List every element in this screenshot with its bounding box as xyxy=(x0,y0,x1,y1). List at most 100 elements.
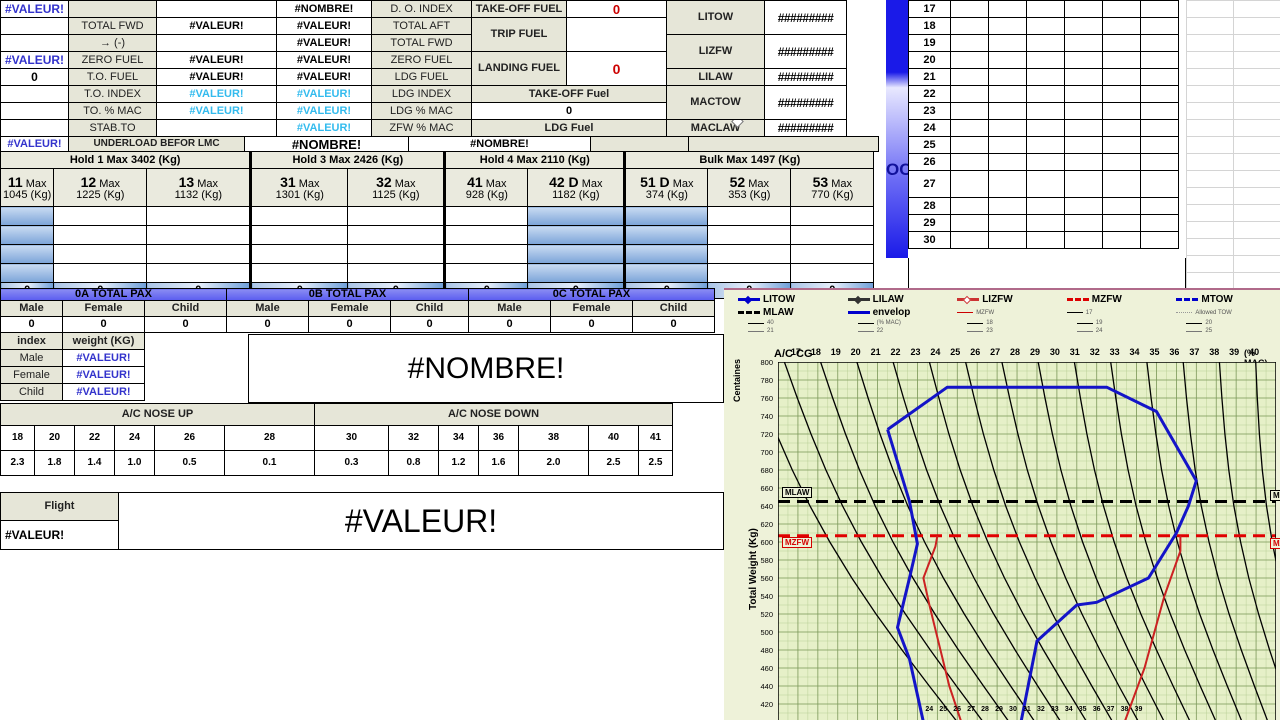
hold-cell-53-2[interactable] xyxy=(790,244,875,264)
hold-cell-32-2[interactable] xyxy=(347,244,446,264)
seat-cell-18-2[interactable] xyxy=(1026,17,1065,35)
seat-cell-18-0[interactable] xyxy=(950,17,989,35)
seat-cell-28-1[interactable] xyxy=(988,197,1027,215)
hold-cell-12-0[interactable] xyxy=(53,206,148,226)
seat-cell-30-3[interactable] xyxy=(1064,231,1103,249)
seat-cell-26-3[interactable] xyxy=(1064,153,1103,171)
seat-cell-28-4[interactable] xyxy=(1102,197,1141,215)
seat-cell-30-4[interactable] xyxy=(1102,231,1141,249)
pax-value-2-0[interactable]: 0 xyxy=(468,316,551,333)
hold-cell-53-0[interactable] xyxy=(790,206,875,226)
seat-cell-24-2[interactable] xyxy=(1026,119,1065,137)
seat-cell-23-3[interactable] xyxy=(1064,102,1103,120)
seat-cell-29-5[interactable] xyxy=(1140,214,1179,232)
seat-cell-17-5[interactable] xyxy=(1140,0,1179,18)
seat-cell-29-2[interactable] xyxy=(1026,214,1065,232)
pax-value-2-2[interactable]: 0 xyxy=(632,316,715,333)
seat-cell-21-4[interactable] xyxy=(1102,68,1141,86)
hold-cell-42D-2[interactable] xyxy=(527,244,626,264)
seat-cell-20-4[interactable] xyxy=(1102,51,1141,69)
seat-cell-19-5[interactable] xyxy=(1140,34,1179,52)
seat-cell-23-4[interactable] xyxy=(1102,102,1141,120)
seat-cell-26-4[interactable] xyxy=(1102,153,1141,171)
hold-cell-31-1[interactable] xyxy=(249,225,349,245)
seat-cell-18-4[interactable] xyxy=(1102,17,1141,35)
seat-cell-18-3[interactable] xyxy=(1064,17,1103,35)
seat-cell-25-2[interactable] xyxy=(1026,136,1065,154)
seat-cell-17-2[interactable] xyxy=(1026,0,1065,18)
seat-cell-22-3[interactable] xyxy=(1064,85,1103,103)
seat-cell-26-0[interactable] xyxy=(950,153,989,171)
seat-cell-27-4[interactable] xyxy=(1102,170,1141,198)
seat-cell-19-2[interactable] xyxy=(1026,34,1065,52)
pax-value-1-1[interactable]: 0 xyxy=(308,316,391,333)
seat-cell-19-3[interactable] xyxy=(1064,34,1103,52)
seat-cell-20-2[interactable] xyxy=(1026,51,1065,69)
seat-cell-25-5[interactable] xyxy=(1140,136,1179,154)
seat-cell-21-5[interactable] xyxy=(1140,68,1179,86)
seat-cell-21-2[interactable] xyxy=(1026,68,1065,86)
seat-cell-22-4[interactable] xyxy=(1102,85,1141,103)
seat-cell-22-2[interactable] xyxy=(1026,85,1065,103)
hold-cell-13-2[interactable] xyxy=(146,244,252,264)
hold-cell-51D-0[interactable] xyxy=(623,206,709,226)
seat-cell-17-4[interactable] xyxy=(1102,0,1141,18)
hold-cell-41-2[interactable] xyxy=(443,244,529,264)
seat-cell-30-0[interactable] xyxy=(950,231,989,249)
hold-cell-13-0[interactable] xyxy=(146,206,252,226)
hold-cell-42D-1[interactable] xyxy=(527,225,626,245)
hold-cell-51D-2[interactable] xyxy=(623,244,709,264)
seat-cell-29-1[interactable] xyxy=(988,214,1027,232)
seat-cell-28-2[interactable] xyxy=(1026,197,1065,215)
hold-cell-42D-3[interactable] xyxy=(527,263,626,283)
hold-cell-41-1[interactable] xyxy=(443,225,529,245)
seat-cell-29-4[interactable] xyxy=(1102,214,1141,232)
seat-cell-27-1[interactable] xyxy=(988,170,1027,198)
seat-cell-22-5[interactable] xyxy=(1140,85,1179,103)
seat-cell-21-3[interactable] xyxy=(1064,68,1103,86)
pax-value-2-1[interactable]: 0 xyxy=(550,316,633,333)
hold-cell-11-1[interactable] xyxy=(0,225,55,245)
seat-cell-21-1[interactable] xyxy=(988,68,1027,86)
seat-cell-22-1[interactable] xyxy=(988,85,1027,103)
seat-cell-27-3[interactable] xyxy=(1064,170,1103,198)
seat-cell-28-3[interactable] xyxy=(1064,197,1103,215)
seat-cell-20-3[interactable] xyxy=(1064,51,1103,69)
seat-cell-26-1[interactable] xyxy=(988,153,1027,171)
hold-cell-53-1[interactable] xyxy=(790,225,875,245)
seat-cell-29-3[interactable] xyxy=(1064,214,1103,232)
hold-cell-31-2[interactable] xyxy=(249,244,349,264)
hold-cell-11-0[interactable] xyxy=(0,206,55,226)
seat-cell-21-0[interactable] xyxy=(950,68,989,86)
hold-cell-52-3[interactable] xyxy=(707,263,792,283)
seat-cell-28-0[interactable] xyxy=(950,197,989,215)
hold-cell-31-3[interactable] xyxy=(249,263,349,283)
seat-cell-17-3[interactable] xyxy=(1064,0,1103,18)
seat-cell-24-0[interactable] xyxy=(950,119,989,137)
hold-cell-32-1[interactable] xyxy=(347,225,446,245)
hold-cell-32-0[interactable] xyxy=(347,206,446,226)
pax-value-0-1[interactable]: 0 xyxy=(62,316,145,333)
seat-cell-23-5[interactable] xyxy=(1140,102,1179,120)
hold-cell-13-3[interactable] xyxy=(146,263,252,283)
seat-cell-27-0[interactable] xyxy=(950,170,989,198)
seat-cell-19-4[interactable] xyxy=(1102,34,1141,52)
hold-cell-41-3[interactable] xyxy=(443,263,529,283)
hold-cell-52-1[interactable] xyxy=(707,225,792,245)
seat-cell-30-1[interactable] xyxy=(988,231,1027,249)
seat-cell-18-1[interactable] xyxy=(988,17,1027,35)
pax-value-0-0[interactable]: 0 xyxy=(0,316,63,333)
seat-cell-25-1[interactable] xyxy=(988,136,1027,154)
seat-cell-17-1[interactable] xyxy=(988,0,1027,18)
hold-cell-11-3[interactable] xyxy=(0,263,55,283)
hold-cell-13-1[interactable] xyxy=(146,225,252,245)
hold-cell-12-3[interactable] xyxy=(53,263,148,283)
hold-cell-52-0[interactable] xyxy=(707,206,792,226)
seat-cell-20-0[interactable] xyxy=(950,51,989,69)
seat-cell-17-0[interactable] xyxy=(950,0,989,18)
seat-cell-26-5[interactable] xyxy=(1140,153,1179,171)
seat-cell-24-3[interactable] xyxy=(1064,119,1103,137)
seat-cell-25-0[interactable] xyxy=(950,136,989,154)
seat-cell-22-0[interactable] xyxy=(950,85,989,103)
seat-cell-19-0[interactable] xyxy=(950,34,989,52)
